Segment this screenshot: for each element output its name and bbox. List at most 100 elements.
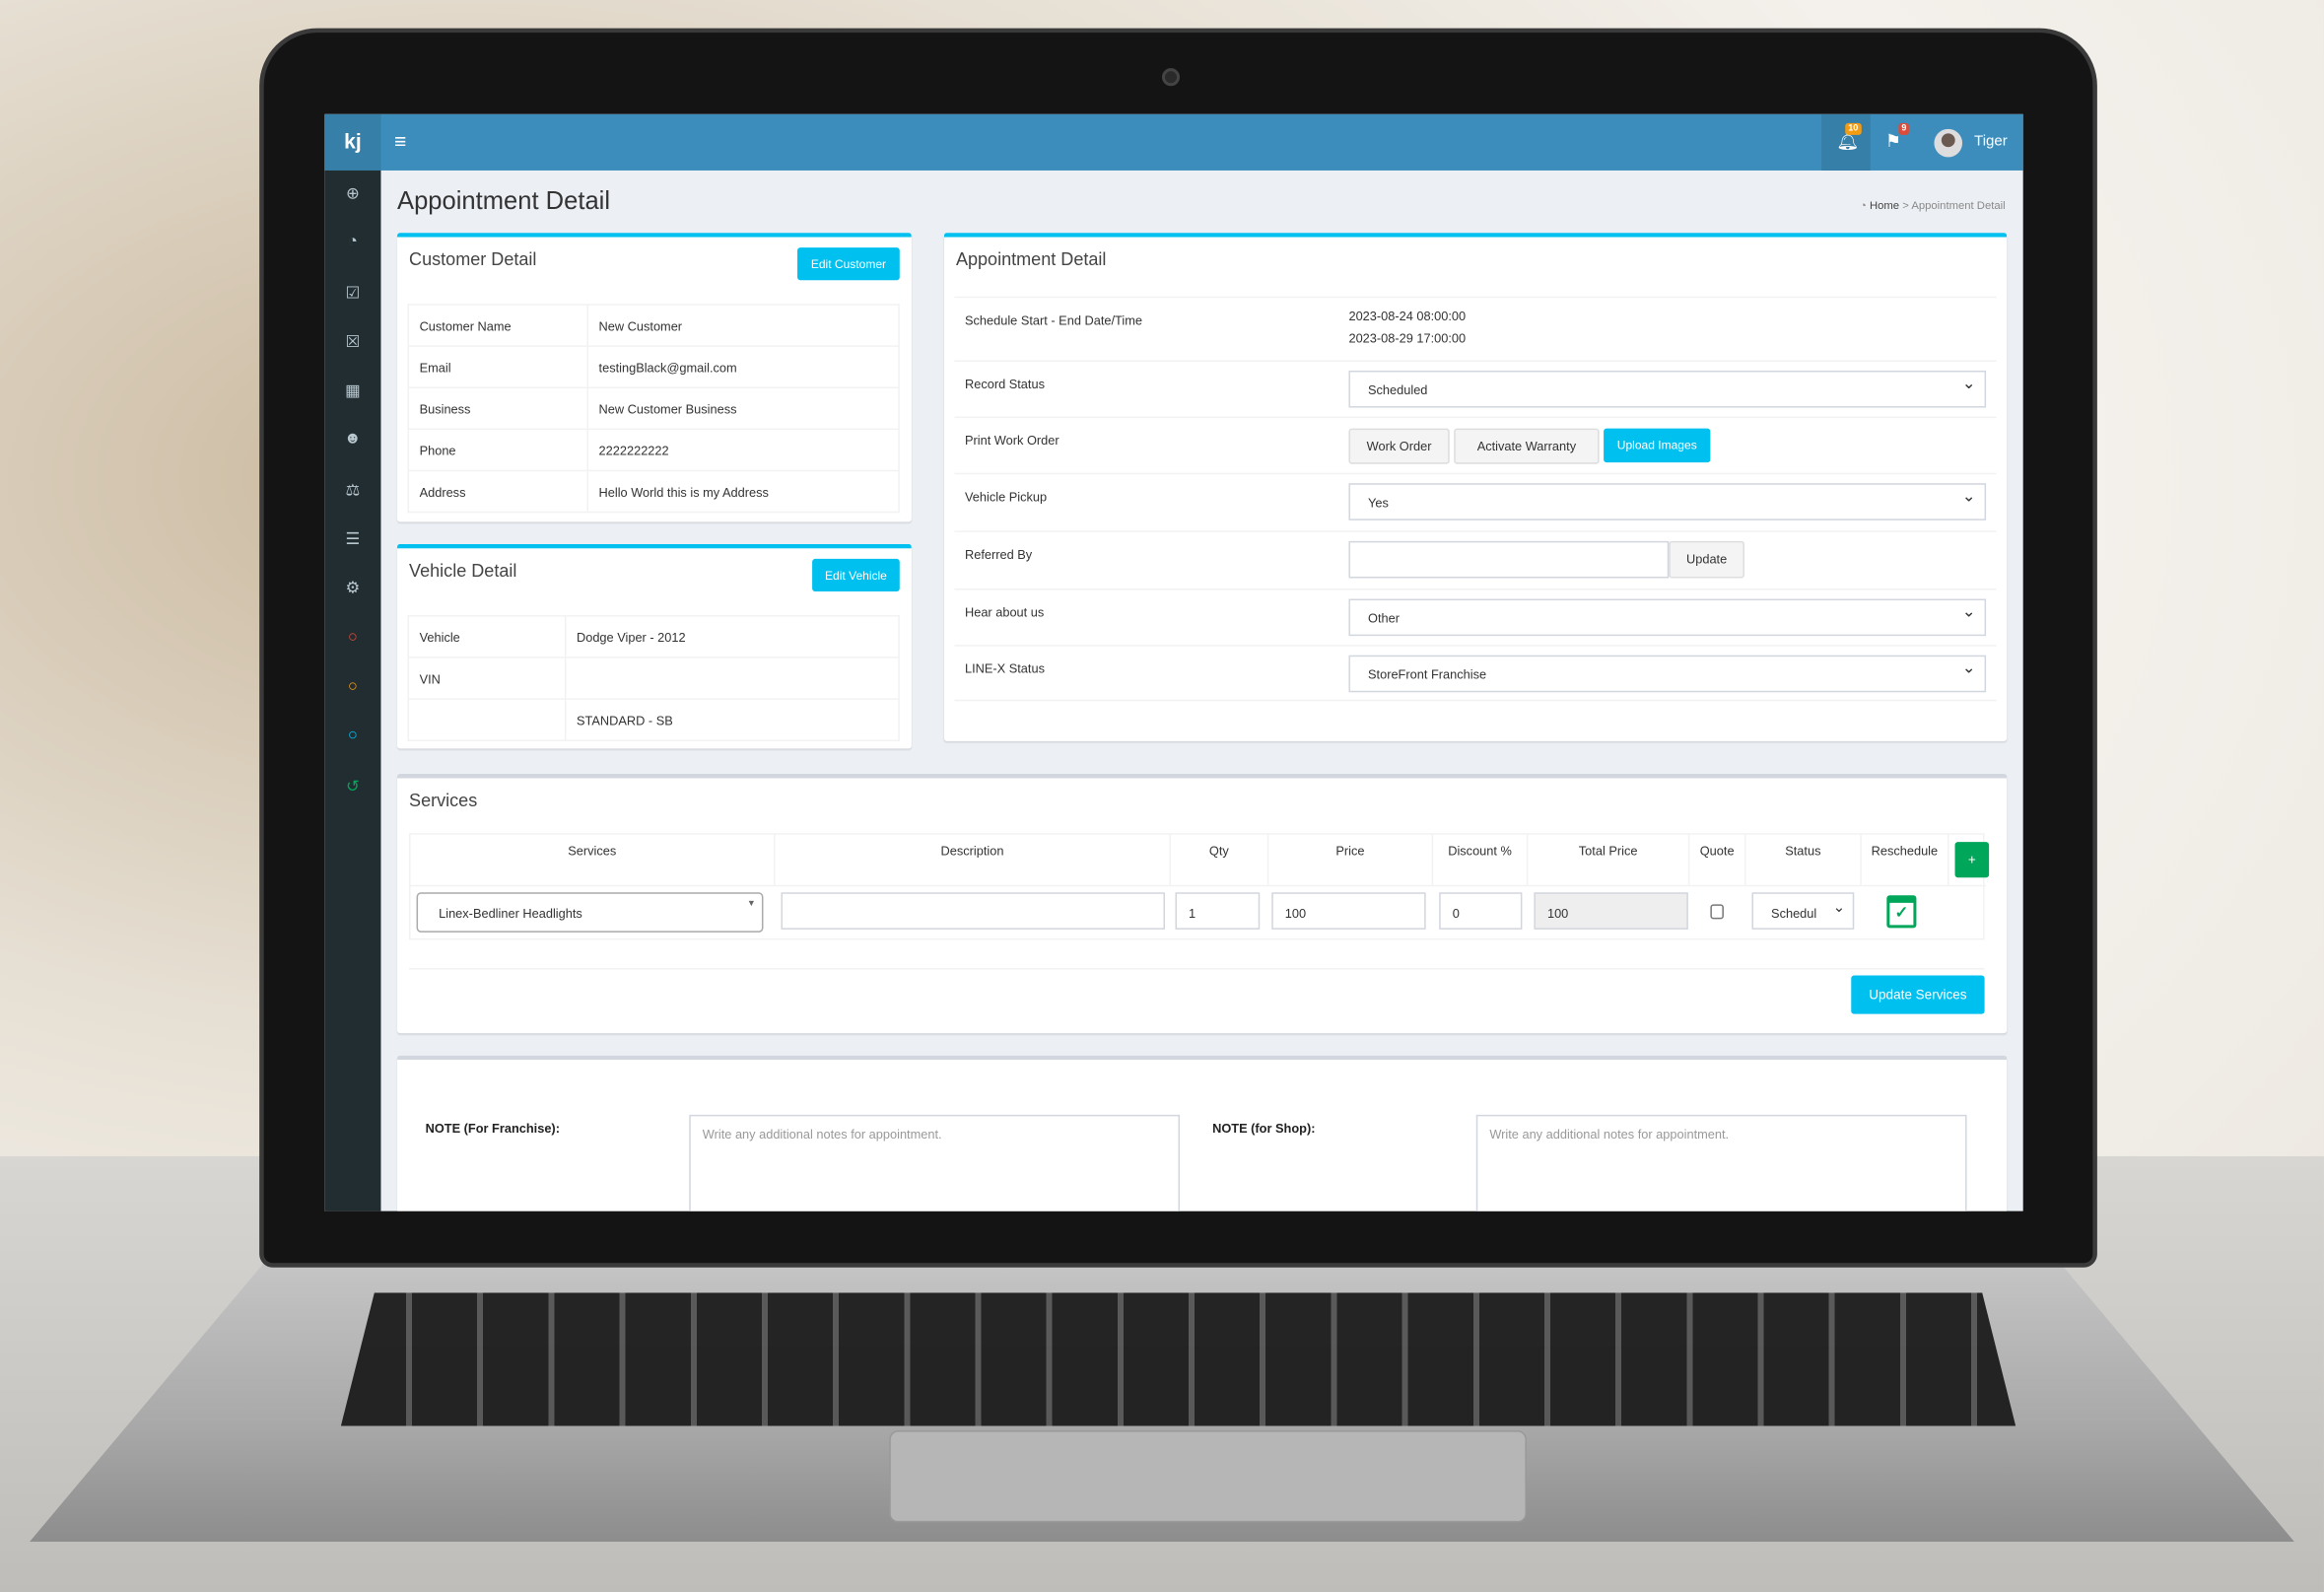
upload-images-button[interactable]: Upload Images: [1604, 428, 1711, 463]
franchise-note-label: NOTE (For Franchise):: [425, 1120, 560, 1136]
referred-by-row: Referred By Update: [954, 530, 1997, 588]
schedule-end: 2023-08-29 17:00:00: [1348, 330, 1467, 346]
franchise-note-textarea[interactable]: Write any additional notes for appointme…: [689, 1114, 1181, 1211]
circle-blue-icon[interactable]: ○: [324, 727, 380, 744]
referred-by-input[interactable]: [1348, 540, 1670, 579]
col-services: Services: [411, 834, 776, 885]
print-work-order-row: Print Work Order Work Order Activate War…: [954, 416, 1997, 473]
calendar-check-icon[interactable]: ☑: [324, 283, 380, 303]
row-label: Address: [407, 469, 589, 514]
qty-input[interactable]: 1: [1175, 892, 1261, 930]
laptop-keyboard: [340, 1292, 2016, 1426]
table-row: Address Hello World this is my Address: [407, 469, 900, 514]
row-label: Email: [407, 345, 589, 388]
schedule-row: Schedule Start - End Date/Time 2023-08-2…: [954, 296, 1997, 361]
row-label: Business: [407, 386, 589, 431]
cogs-icon[interactable]: ⚙: [324, 578, 380, 597]
col-total-price: Total Price: [1528, 834, 1690, 885]
list-icon[interactable]: ☰: [324, 529, 380, 548]
circle-red-icon[interactable]: ○: [324, 629, 380, 647]
update-services-button[interactable]: Update Services: [1851, 975, 1985, 1014]
services-table: Services Description Qty Price Discount …: [409, 833, 1990, 940]
breadcrumb-current: Appointment Detail: [1911, 198, 2006, 213]
row-value: testingBlack@gmail.com: [586, 345, 900, 388]
shop-note-label: NOTE (for Shop):: [1212, 1120, 1316, 1136]
customer-detail-box: Customer Detail Edit Customer Customer N…: [397, 233, 912, 522]
top-navbar: kj ≡ 🔔︎ 10 ⚑ 9 Tiger: [324, 113, 2023, 171]
user-name[interactable]: Tiger: [1974, 133, 2008, 150]
app-screen: kj ≡ 🔔︎ 10 ⚑ 9 Tiger ⊕ ◔ ☑ ☒ ▦ ☻ ⚖ ☰ ⚙ ○…: [324, 113, 2023, 1211]
calendar-times-icon[interactable]: ☒: [324, 332, 380, 351]
customer-table: Customer Name New Customer Email testingBl…: [407, 304, 900, 514]
col-discount: Discount %: [1433, 834, 1529, 885]
circle-orange-icon[interactable]: ○: [324, 677, 380, 695]
col-description: Description: [775, 834, 1172, 885]
col-quote: Quote: [1689, 834, 1746, 885]
status-select[interactable]: Schedul ⌄: [1751, 892, 1855, 930]
record-status-label: Record Status: [964, 376, 1045, 392]
table-row: Phone 2222222222: [407, 428, 900, 472]
row-value: STANDARD - SB: [564, 698, 900, 741]
history-icon[interactable]: ↺: [324, 777, 380, 796]
table-row: Vehicle Dodge Viper - 2012: [407, 615, 900, 658]
quote-checkbox[interactable]: [1710, 904, 1724, 920]
edit-customer-button[interactable]: Edit Customer: [797, 247, 900, 281]
record-status-row: Record Status Scheduled: [954, 360, 1997, 416]
row-label: VIN: [407, 657, 567, 700]
page-title: Appointment Detail: [397, 186, 611, 216]
record-status-select[interactable]: Scheduled: [1348, 370, 1987, 408]
vehicle-pickup-label: Vehicle Pickup: [964, 489, 1048, 505]
appointment-detail-box: Appointment Detail Schedule Start - End …: [943, 233, 2008, 741]
users-icon[interactable]: ☻: [324, 430, 380, 448]
col-price: Price: [1268, 834, 1434, 885]
flags-badge: 9: [1898, 122, 1910, 135]
notes-box: NOTE (For Franchise): Write any addition…: [397, 1055, 2008, 1211]
breadcrumb: ◔ Home > Appointment Detail: [1860, 198, 2006, 213]
breadcrumb-home[interactable]: Home: [1870, 199, 1899, 213]
vehicle-detail-title: Vehicle Detail: [409, 560, 517, 582]
row-value: [564, 657, 900, 700]
caret-down-icon: ▼: [746, 899, 756, 909]
col-reschedule: Reschedule: [1862, 834, 1949, 885]
edit-vehicle-button[interactable]: Edit Vehicle: [812, 558, 900, 592]
linex-status-select[interactable]: StoreFront Franchise: [1348, 655, 1987, 693]
row-value: New Customer: [586, 304, 900, 347]
balance-scale-icon[interactable]: ⚖: [324, 480, 380, 500]
referred-by-label: Referred By: [964, 546, 1033, 562]
table-row: Email testingBlack@gmail.com: [407, 345, 900, 388]
avatar[interactable]: [1934, 128, 1963, 158]
linex-status-row: LINE-X Status StoreFront Franchise: [954, 645, 1997, 702]
vehicle-table: Vehicle Dodge Viper - 2012 VIN STANDARD -…: [407, 615, 900, 741]
services-box: Services Services Description Qty Price …: [397, 773, 2008, 1034]
description-input[interactable]: [781, 892, 1165, 930]
reschedule-calendar-icon[interactable]: ✓: [1886, 895, 1917, 929]
vehicle-pickup-select[interactable]: Yes: [1348, 483, 1987, 520]
discount-input[interactable]: 0: [1439, 892, 1523, 930]
activate-warranty-button[interactable]: Activate Warranty: [1454, 428, 1600, 464]
sidebar: ⊕ ◔ ☑ ☒ ▦ ☻ ⚖ ☰ ⚙ ○ ○ ○ ↺: [324, 170, 381, 1211]
search-plus-icon[interactable]: ⊕: [324, 183, 380, 203]
menu-toggle-icon[interactable]: ≡: [394, 129, 406, 153]
vehicle-pickup-row: Vehicle Pickup Yes: [954, 472, 1997, 531]
vehicle-detail-box: Vehicle Detail Edit Vehicle Vehicle Dodge…: [397, 543, 912, 749]
shop-note-textarea[interactable]: Write any additional notes for appointme…: [1475, 1114, 1967, 1211]
calendar-icon[interactable]: ▦: [324, 381, 380, 400]
add-service-button[interactable]: +: [1954, 842, 1990, 878]
table-row: Business New Customer Business: [407, 386, 900, 431]
services-title: Services: [409, 790, 478, 811]
referred-update-button[interactable]: Update: [1669, 540, 1744, 579]
table-row: VIN: [407, 657, 900, 700]
hear-about-label: Hear about us: [964, 604, 1045, 620]
service-select[interactable]: Linex-Bedliner Headlights: [416, 892, 764, 933]
hear-about-select[interactable]: Other: [1348, 598, 1987, 637]
logo[interactable]: kj: [324, 113, 381, 171]
schedule-label: Schedule Start - End Date/Time: [964, 312, 1142, 328]
linex-status-label: LINE-X Status: [964, 660, 1045, 676]
dashboard-icon[interactable]: ◔: [324, 233, 380, 250]
price-input[interactable]: 100: [1271, 892, 1426, 930]
table-row: Linex-Bedliner Headlights ▼ 1 100 0 100 …: [410, 884, 1987, 933]
row-label: Phone: [407, 428, 589, 472]
work-order-button[interactable]: Work Order: [1348, 428, 1450, 464]
laptop-trackpad: [889, 1430, 1527, 1523]
table-row: STANDARD - SB: [407, 698, 900, 741]
